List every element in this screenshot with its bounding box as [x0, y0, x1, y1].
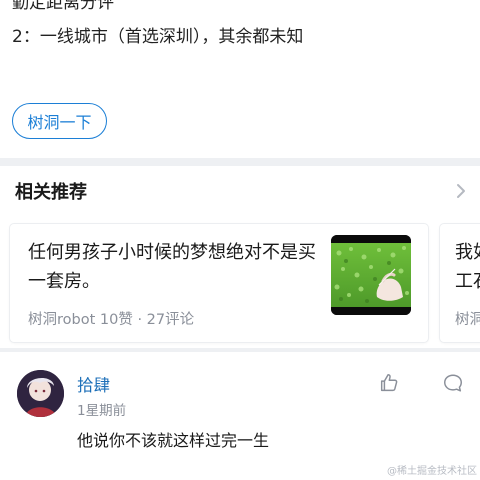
recommendation-author: 树洞robot	[28, 312, 96, 328]
meta-separator: ·	[137, 312, 143, 328]
comment-item: 拾肆 1星期前 他说你不该就这样过完一生 @稀土掘金技术社区	[0, 352, 480, 480]
post-text-line-clipped: 勤定距离分评	[12, 0, 114, 13]
shudong-button[interactable]: 树洞一下	[12, 103, 107, 139]
section-title: 相关推荐	[15, 182, 87, 203]
recommendation-card[interactable]: 任何男孩子小时候的梦想绝对不是买一套房。 树洞robot 10赞 · 27评论	[10, 224, 428, 342]
recommendation-likes: 10赞	[99, 312, 133, 328]
grass-with-hand-image	[331, 235, 411, 315]
watermark: @稀土掘金技术社区	[387, 466, 477, 477]
recommendation-meta: 树洞robot 10赞 · 27评论	[28, 308, 194, 329]
related-recommendations: 相关推荐 任何男孩子小时候的梦想绝对不是买一套房。 树洞robot 10赞 · …	[0, 166, 480, 348]
comment-bubble-icon[interactable]	[442, 372, 464, 394]
post-content-card: 勤定距离分评 2：一线城市（首选深圳），其余都未知 树洞一下	[0, 0, 480, 158]
avatar[interactable]	[17, 370, 64, 417]
chevron-right-icon[interactable]	[453, 180, 469, 202]
recommendation-card[interactable]: 我如工石 树洞	[440, 224, 480, 342]
comment-timestamp: 1星期前	[77, 403, 127, 419]
post-text-line: 2：一线城市（首选深圳），其余都未知	[12, 27, 304, 47]
comment-text: 他说你不该就这样过完一生	[77, 431, 270, 450]
recommendation-comments: 27评论	[146, 312, 195, 328]
recommendation-title-text: 我如工石	[455, 242, 480, 292]
recommendation-author: 树洞	[455, 312, 480, 328]
recommendation-title: 我如工石	[455, 238, 480, 296]
comment-username[interactable]: 拾肆	[77, 372, 110, 396]
recommendation-title: 任何男孩子小时候的梦想绝对不是买一套房。	[28, 242, 316, 292]
thumbs-up-icon[interactable]	[378, 372, 400, 394]
